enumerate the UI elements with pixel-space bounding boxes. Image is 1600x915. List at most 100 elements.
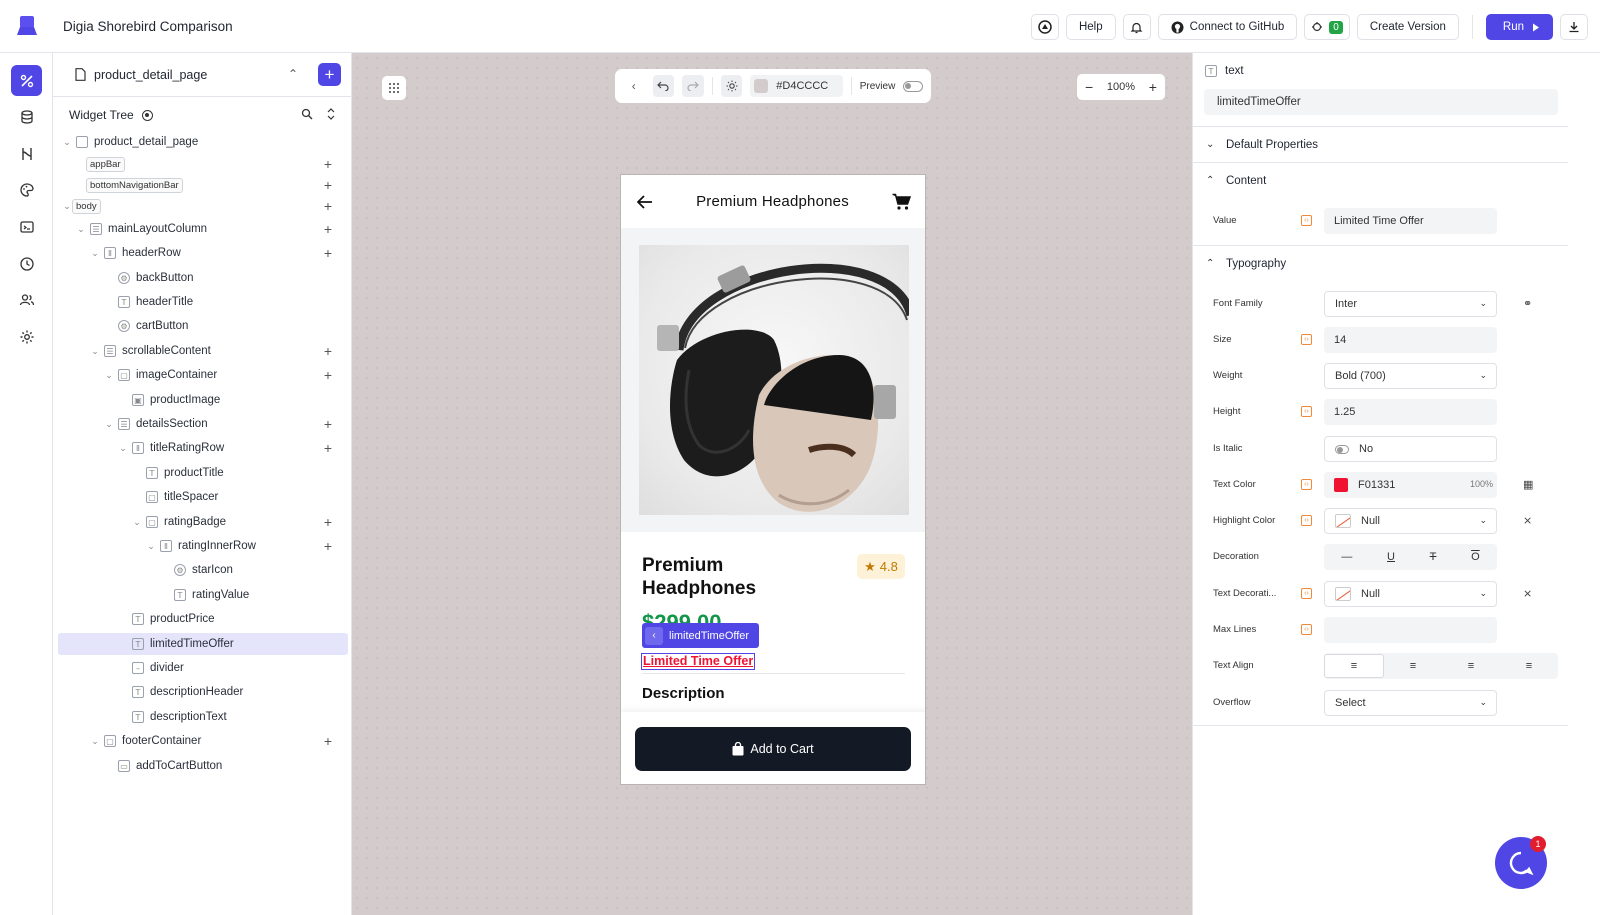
highlight-color-select[interactable]: Null ⌄ bbox=[1324, 508, 1497, 534]
rail-design[interactable] bbox=[11, 65, 42, 96]
search-icon[interactable] bbox=[301, 108, 313, 120]
tree-node-addToCartButton[interactable]: ▭ addToCartButton bbox=[58, 755, 348, 777]
add-child-button[interactable]: + bbox=[324, 198, 332, 214]
unlink-icon[interactable]: ⨯ bbox=[1523, 514, 1532, 527]
collapse-toolbar-button[interactable]: ‹ bbox=[623, 75, 645, 97]
tree-node-product_detail_page[interactable]: ⌄ product_detail_page bbox=[58, 131, 348, 153]
tree-node-imageContainer[interactable]: ⌄ ▢ imageContainer + bbox=[58, 364, 348, 386]
tree-node-appBar[interactable]: appBar + bbox=[58, 153, 348, 175]
underline-icon[interactable]: U bbox=[1387, 551, 1395, 563]
rail-history[interactable] bbox=[11, 248, 42, 279]
tree-node-ratingValue[interactable]: TratingValue bbox=[58, 584, 348, 606]
canvas-color-picker[interactable]: #D4CCCC bbox=[750, 75, 843, 97]
connect-github-button[interactable]: Connect to GitHub bbox=[1157, 14, 1298, 40]
download-button[interactable] bbox=[1560, 14, 1588, 40]
tree-node-headerRow[interactable]: ⌄ ⅡheaderRow + bbox=[58, 242, 348, 264]
tree-node-productPrice[interactable]: TproductPrice bbox=[58, 608, 348, 630]
chevron-down-icon[interactable]: ⌄ bbox=[132, 517, 142, 528]
run-button[interactable]: Run bbox=[1485, 14, 1553, 40]
add-to-cart-button[interactable]: Add to Cart bbox=[635, 727, 911, 771]
value-input[interactable]: Limited Time Offer bbox=[1324, 208, 1497, 234]
rail-database[interactable] bbox=[11, 101, 42, 132]
community-button[interactable] bbox=[1030, 14, 1059, 40]
add-child-button[interactable]: + bbox=[324, 221, 332, 237]
notifications-button[interactable] bbox=[1122, 14, 1151, 40]
decoration-none-icon[interactable]: — bbox=[1341, 551, 1352, 563]
collapse-icon[interactable]: ⌃ bbox=[288, 67, 298, 81]
chevron-down-icon[interactable]: ⌄ bbox=[104, 419, 114, 430]
align-center-icon[interactable]: ≡ bbox=[1384, 654, 1442, 678]
design-canvas[interactable]: ‹ #D4CCCC Preview − 100% + Premium Headp… bbox=[352, 53, 1192, 915]
text-decoration-color-select[interactable]: Null ⌄ bbox=[1324, 581, 1497, 607]
bind-variable-icon[interactable]: ‹› bbox=[1301, 479, 1312, 490]
tree-node-headerTitle[interactable]: TheaderTitle bbox=[58, 291, 348, 313]
cart-icon[interactable] bbox=[892, 193, 911, 211]
add-child-button[interactable]: + bbox=[324, 514, 332, 530]
bind-variable-icon[interactable]: ‹› bbox=[1301, 406, 1312, 417]
tree-node-titleSpacer[interactable]: ▢ titleSpacer bbox=[58, 486, 348, 508]
unlink-icon[interactable]: ⨯ bbox=[1523, 587, 1532, 600]
align-right-icon[interactable]: ≡ bbox=[1442, 654, 1500, 678]
zoom-out-button[interactable]: − bbox=[1085, 79, 1093, 95]
tree-node-scrollableContent[interactable]: ⌄ ☰ scrollableContent + bbox=[58, 340, 348, 362]
height-input[interactable]: 1.25 bbox=[1324, 399, 1497, 425]
bind-variable-icon[interactable]: ‹› bbox=[1301, 334, 1312, 345]
section-default-properties[interactable]: ⌄ Default Properties bbox=[1193, 126, 1569, 162]
device-preview[interactable]: Premium Headphones Premium Headphones ★ … bbox=[620, 174, 926, 785]
italic-toggle[interactable]: No bbox=[1324, 436, 1497, 462]
tree-node-ratingInnerRow[interactable]: ⌄ ⅡratingInnerRow + bbox=[58, 535, 348, 557]
bind-variable-icon[interactable]: ‹› bbox=[1301, 515, 1312, 526]
selected-widget-tag[interactable]: ‹ limitedTimeOffer bbox=[642, 623, 760, 648]
grid-toggle-button[interactable] bbox=[382, 76, 406, 100]
target-icon[interactable] bbox=[141, 109, 153, 121]
overflow-select[interactable]: Select ⌄ bbox=[1324, 690, 1497, 716]
add-child-button[interactable]: + bbox=[324, 156, 332, 172]
tree-node-ratingBadge[interactable]: ⌄ ▢ ratingBadge + bbox=[58, 511, 348, 533]
section-content[interactable]: ⌃ Content bbox=[1193, 162, 1569, 198]
tree-node-descriptionText[interactable]: TdescriptionText bbox=[58, 706, 348, 728]
add-child-button[interactable]: + bbox=[324, 440, 332, 456]
add-child-button[interactable]: + bbox=[324, 245, 332, 261]
limited-time-offer-text[interactable]: Limited Time Offer bbox=[641, 653, 756, 670]
font-family-select[interactable]: Inter ⌄ bbox=[1324, 291, 1497, 317]
max-lines-input[interactable] bbox=[1324, 617, 1497, 643]
add-child-button[interactable]: + bbox=[324, 416, 332, 432]
chevron-down-icon[interactable]: ⌄ bbox=[90, 248, 100, 259]
add-child-button[interactable]: + bbox=[324, 343, 332, 359]
tree-node-productImage[interactable]: ▣ productImage bbox=[58, 389, 348, 411]
theme-color-icon[interactable]: ▦ bbox=[1523, 478, 1533, 491]
rail-theme[interactable] bbox=[11, 174, 42, 205]
chevron-down-icon[interactable]: ⌄ bbox=[76, 224, 86, 235]
select-parent-icon[interactable]: ‹ bbox=[645, 626, 663, 645]
tree-node-body[interactable]: ⌄ body + bbox=[58, 195, 348, 217]
page-selector[interactable]: product_detail_page ⌃ + bbox=[53, 53, 351, 97]
chevron-down-icon[interactable]: ⌄ bbox=[146, 541, 156, 552]
add-child-button[interactable]: + bbox=[324, 367, 332, 383]
strikethrough-icon[interactable]: T bbox=[1430, 551, 1437, 563]
section-typography[interactable]: ⌃ Typography bbox=[1193, 245, 1569, 281]
add-child-button[interactable]: + bbox=[324, 177, 332, 193]
tree-node-starIcon[interactable]: ⚙ starIcon bbox=[58, 559, 348, 581]
redo-button[interactable] bbox=[682, 75, 704, 97]
theme-mode-button[interactable] bbox=[720, 75, 743, 97]
builds-button[interactable]: 0 bbox=[1304, 14, 1350, 40]
create-version-button[interactable]: Create Version bbox=[1356, 14, 1459, 40]
chevron-down-icon[interactable]: ⌄ bbox=[90, 346, 100, 357]
tree-node-productTitle[interactable]: TproductTitle bbox=[58, 462, 348, 484]
tree-node-titleRatingRow[interactable]: ⌄ ⅡtitleRatingRow + bbox=[58, 437, 348, 459]
chevron-down-icon[interactable]: ⌄ bbox=[118, 443, 128, 454]
add-page-button[interactable]: + bbox=[318, 63, 341, 86]
align-left-icon[interactable]: ≡ bbox=[1324, 654, 1384, 678]
bind-variable-icon[interactable]: ‹› bbox=[1301, 215, 1312, 226]
app-logo[interactable] bbox=[0, 0, 53, 53]
rail-users[interactable] bbox=[11, 284, 42, 315]
tree-node-cartButton[interactable]: ⚙ cartButton bbox=[58, 315, 348, 337]
link-icon[interactable]: ⚭ bbox=[1523, 297, 1532, 310]
expand-collapse-icon[interactable] bbox=[327, 108, 335, 120]
bind-variable-icon[interactable]: ‹› bbox=[1301, 588, 1312, 599]
tree-node-backButton[interactable]: ⚙ backButton bbox=[58, 267, 348, 289]
undo-button[interactable] bbox=[652, 75, 675, 97]
chevron-down-icon[interactable]: ⌄ bbox=[104, 370, 114, 381]
zoom-in-button[interactable]: + bbox=[1149, 79, 1157, 95]
help-button[interactable]: Help bbox=[1065, 14, 1116, 40]
